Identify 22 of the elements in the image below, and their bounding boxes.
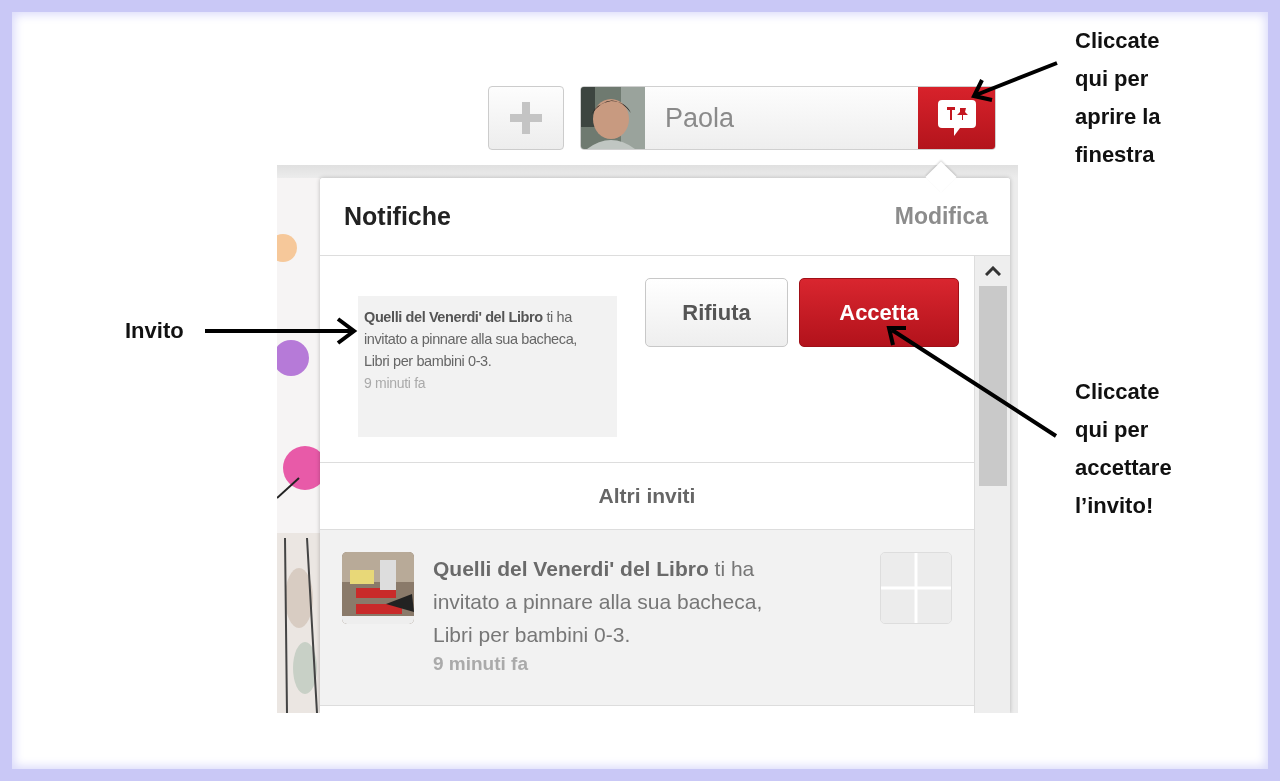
annotation-note: Cliccate qui per aprire la finestra bbox=[1075, 27, 1162, 169]
section-title: Altri inviti bbox=[598, 484, 696, 508]
invite-time: 9 minuti fa bbox=[364, 374, 427, 393]
user-name: Paola bbox=[665, 102, 735, 134]
scroll-thumb[interactable] bbox=[979, 286, 1008, 486]
scroll-up-icon[interactable] bbox=[984, 266, 1001, 276]
user-menu[interactable]: Paola bbox=[580, 86, 996, 150]
scrollbar[interactable] bbox=[974, 256, 1010, 713]
plus-icon bbox=[510, 102, 542, 134]
annotation-note: Cliccate qui per accettare l’invito! bbox=[1075, 378, 1173, 520]
notifications-button[interactable] bbox=[918, 87, 995, 149]
accept-button[interactable]: Accetta bbox=[799, 278, 959, 347]
pin-speech-bubble-icon bbox=[937, 100, 976, 136]
annotation-note: Invito bbox=[125, 317, 185, 345]
board-thumbnail-icon bbox=[880, 552, 953, 624]
edit-link[interactable]: Modifica bbox=[894, 203, 988, 230]
invite-row[interactable]: Quelli del Venerdi' del Libro ti ha invitato a pinnare alla sua bacheca, Libri per bambini 0-3. 9 minuti fa bbox=[320, 530, 975, 706]
invite-message: Quelli del Venerdi' del Libro ti ha invitato a pinnare alla sua bacheca, Libri per bambini 0-3. bbox=[433, 556, 764, 648]
invite-time: 9 minuti fa bbox=[433, 652, 529, 676]
invite-message: Quelli del Venerdi' del Libro ti ha invitato a pinnare alla sua bacheca, Libri per bambini 0-3. bbox=[364, 308, 578, 371]
panel-title: Notifiche bbox=[344, 202, 451, 231]
decline-button[interactable]: Rifiuta bbox=[645, 278, 788, 347]
